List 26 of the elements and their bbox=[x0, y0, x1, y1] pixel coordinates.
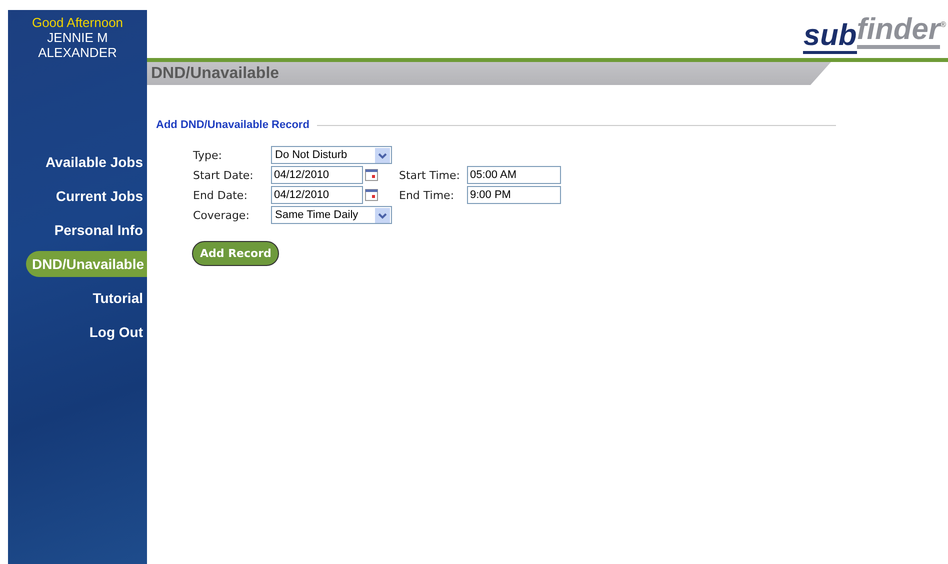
field-label: Type: bbox=[193, 148, 223, 162]
caret-icon bbox=[375, 148, 390, 162]
coverage-dropdown[interactable]: Same Time Daily bbox=[271, 206, 392, 224]
field-label: Coverage: bbox=[193, 208, 250, 222]
type-dropdown[interactable]: Do Not Disturb bbox=[271, 146, 392, 164]
nav-item[interactable]: Available Jobs bbox=[39, 149, 147, 175]
field-label: Start Time: bbox=[399, 168, 461, 182]
field-label: End Time: bbox=[399, 188, 456, 202]
date-field[interactable]: 04/12/2010 bbox=[271, 166, 363, 184]
date-field[interactable]: 04/12/2010 bbox=[271, 186, 363, 204]
nav-item[interactable]: Current Jobs bbox=[50, 183, 147, 209]
user-name: ALEXANDER bbox=[38, 45, 117, 60]
nav-item[interactable]: Personal Info bbox=[48, 217, 147, 243]
page-title: DND/Unavailable bbox=[151, 64, 280, 82]
field-label: End Date: bbox=[193, 188, 248, 202]
greeting-text: Good Afternoon bbox=[32, 15, 124, 30]
nav-item[interactable]: Tutorial bbox=[86, 285, 147, 311]
field-label: Start Date: bbox=[193, 168, 254, 182]
calendar-icon[interactable] bbox=[365, 189, 378, 201]
caret-icon bbox=[375, 208, 390, 222]
section-title: Add DND/Unavailable Record bbox=[156, 119, 310, 131]
time-field[interactable]: 9:00 PM bbox=[467, 186, 561, 204]
time-field[interactable]: 05:00 AM bbox=[467, 166, 561, 184]
calendar-icon[interactable] bbox=[365, 169, 378, 181]
user-name: JENNIE M bbox=[47, 30, 108, 45]
nav-item[interactable]: Log Out bbox=[83, 319, 147, 345]
